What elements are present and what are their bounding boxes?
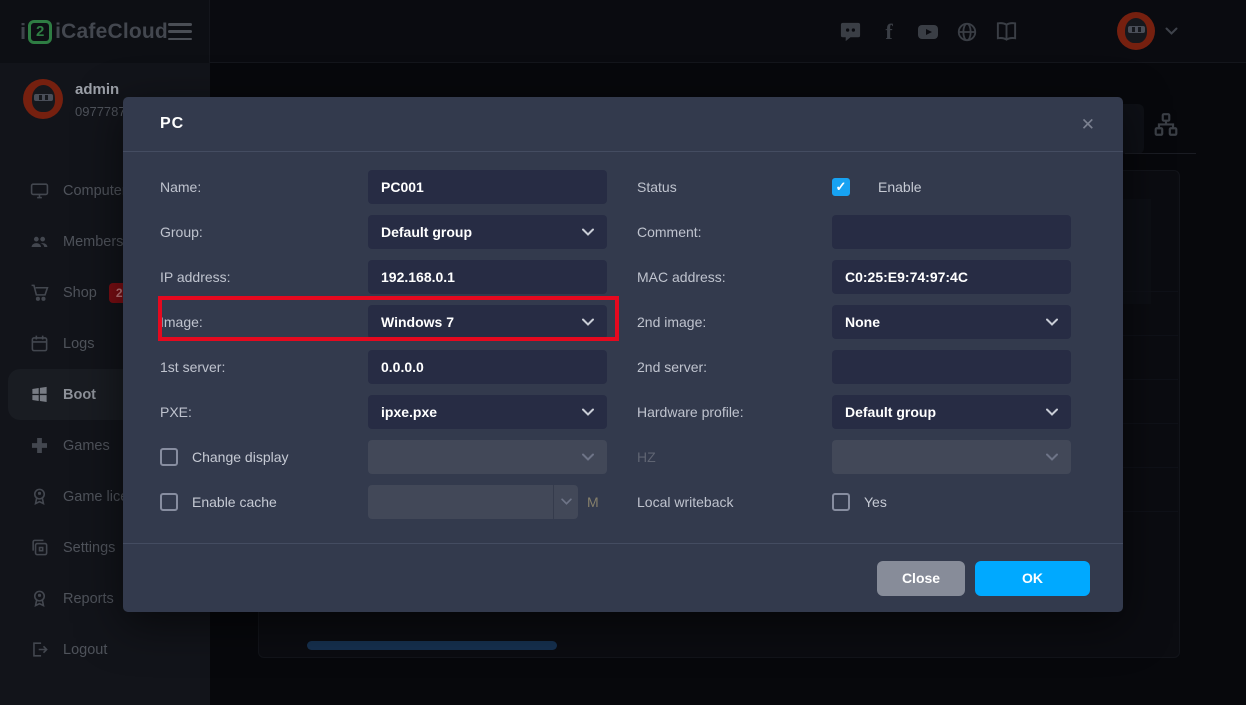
- close-icon[interactable]: ✕: [1081, 116, 1095, 133]
- form-row: ✓ Enable cache M Local writeback ✓ Yes: [160, 479, 1123, 524]
- change-display-label: Change display: [192, 449, 289, 465]
- chevron-down-icon: [582, 228, 594, 236]
- local-writeback-text: Yes: [864, 494, 887, 510]
- local-writeback-label: Local writeback: [637, 494, 832, 510]
- dialog-title: PC: [160, 115, 1081, 133]
- monitor-icon: [30, 181, 49, 200]
- pxe-label: PXE:: [160, 404, 368, 420]
- chevron-down-icon: [1165, 22, 1178, 40]
- logout-icon: [30, 640, 49, 659]
- cart-icon: [30, 283, 49, 302]
- close-button[interactable]: Close: [877, 561, 965, 596]
- ip-address-input[interactable]: [368, 260, 607, 294]
- group-label: Group:: [160, 224, 368, 240]
- account-menu[interactable]: [1117, 12, 1178, 50]
- hardware-profile-select[interactable]: Default group: [832, 395, 1071, 429]
- image-select[interactable]: Windows 7: [368, 305, 607, 339]
- network-sitemap-icon[interactable]: [1153, 112, 1179, 138]
- user-avatar: [1117, 12, 1155, 50]
- second-image-select[interactable]: None: [832, 305, 1071, 339]
- dialog-header: PC ✕: [123, 97, 1123, 152]
- change-display-checkbox[interactable]: ✓: [160, 448, 178, 466]
- second-server-label: 2nd server:: [637, 359, 832, 375]
- facebook-icon[interactable]: f: [877, 20, 901, 44]
- chevron-down-icon: [582, 318, 594, 326]
- form-row: Image: Windows 7 2nd image: None: [160, 299, 1123, 344]
- pc-dialog: PC ✕ Name: Status ✓ Enable Group: Defaul…: [123, 97, 1123, 612]
- social-links: f: [838, 0, 1018, 63]
- chevron-down-icon: [1046, 453, 1058, 461]
- local-writeback-checkbox[interactable]: ✓: [832, 493, 850, 511]
- second-image-label: 2nd image:: [637, 314, 832, 330]
- chevron-down-icon: [553, 485, 578, 519]
- check-icon: ✓: [836, 180, 847, 193]
- layers-icon: [30, 538, 49, 557]
- enable-cache-checkbox[interactable]: ✓: [160, 493, 178, 511]
- first-server-label: 1st server:: [160, 359, 368, 375]
- comment-input[interactable]: [832, 215, 1071, 249]
- discord-icon[interactable]: [838, 20, 862, 44]
- logo-icon: 2: [28, 20, 52, 44]
- form-row: PXE: ipxe.pxe Hardware profile: Default …: [160, 389, 1123, 434]
- gamepad-icon: [30, 436, 49, 455]
- pxe-select[interactable]: ipxe.pxe: [368, 395, 607, 429]
- sidebar-item-logout[interactable]: Logout: [0, 624, 210, 675]
- status-label: Status: [637, 179, 832, 195]
- hz-label: HZ: [637, 449, 832, 465]
- youtube-icon[interactable]: [916, 20, 940, 44]
- name-label: Name:: [160, 179, 368, 195]
- docs-book-icon[interactable]: [994, 20, 1018, 44]
- calendar-icon: [30, 334, 49, 353]
- logo-prefix: i: [20, 19, 26, 45]
- mac-address-label: MAC address:: [637, 269, 832, 285]
- image-label: Image:: [160, 314, 368, 330]
- form-row: ✓ Change display HZ: [160, 434, 1123, 479]
- user-name: admin: [75, 81, 119, 98]
- ip-address-label: IP address:: [160, 269, 368, 285]
- form-row: 1st server: 2nd server:: [160, 344, 1123, 389]
- windows-icon: [30, 385, 49, 404]
- dialog-footer: Close OK: [123, 543, 1123, 612]
- hardware-profile-label: Hardware profile:: [637, 404, 832, 420]
- status-enable-text: Enable: [878, 179, 922, 195]
- report-badge-icon: [30, 589, 49, 608]
- globe-icon[interactable]: [955, 20, 979, 44]
- sidebar-avatar: [23, 79, 63, 119]
- display-select: [368, 440, 607, 474]
- group-select[interactable]: Default group: [368, 215, 607, 249]
- form-row: Group: Default group Comment:: [160, 209, 1123, 254]
- chevron-down-icon: [582, 453, 594, 461]
- name-input[interactable]: [368, 170, 607, 204]
- cache-unit-label: M: [587, 494, 599, 510]
- license-icon: [30, 487, 49, 506]
- chevron-down-icon: [1046, 318, 1058, 326]
- chevron-down-icon: [582, 408, 594, 416]
- chevron-down-icon: [1046, 408, 1058, 416]
- enable-cache-label: Enable cache: [192, 494, 277, 510]
- dialog-body: Name: Status ✓ Enable Group: Default gro…: [123, 152, 1123, 524]
- brand-name: iCafeCloud: [55, 20, 168, 44]
- ok-button[interactable]: OK: [975, 561, 1090, 596]
- hz-select: [832, 440, 1071, 474]
- horizontal-scrollbar-thumb[interactable]: [307, 641, 557, 650]
- comment-label: Comment:: [637, 224, 832, 240]
- form-row: IP address: MAC address:: [160, 254, 1123, 299]
- divider: [1125, 153, 1196, 154]
- status-enable-checkbox[interactable]: ✓: [832, 178, 850, 196]
- first-server-input[interactable]: [368, 350, 607, 384]
- cache-size-select: [368, 485, 578, 519]
- top-header: i 2 iCafeCloud f: [0, 0, 1246, 63]
- menu-toggle-icon[interactable]: [168, 23, 192, 40]
- members-icon: [30, 232, 49, 251]
- mac-address-input[interactable]: [832, 260, 1071, 294]
- form-row: Name: Status ✓ Enable: [160, 164, 1123, 209]
- second-server-input[interactable]: [832, 350, 1071, 384]
